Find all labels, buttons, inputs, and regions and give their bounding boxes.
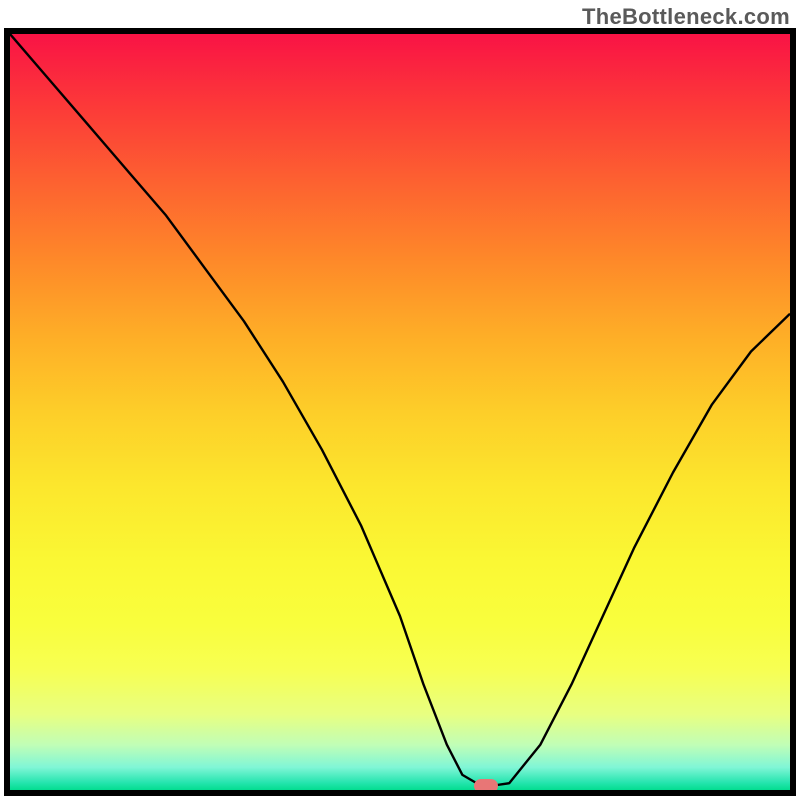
curve-layer: [10, 34, 790, 790]
chart-container: TheBottleneck.com: [0, 0, 800, 800]
bottleneck-curve-path: [10, 34, 790, 786]
chart-frame: [4, 28, 796, 796]
optimum-marker: [474, 779, 498, 790]
plot-area: [10, 34, 790, 790]
watermark-text: TheBottleneck.com: [582, 4, 790, 30]
